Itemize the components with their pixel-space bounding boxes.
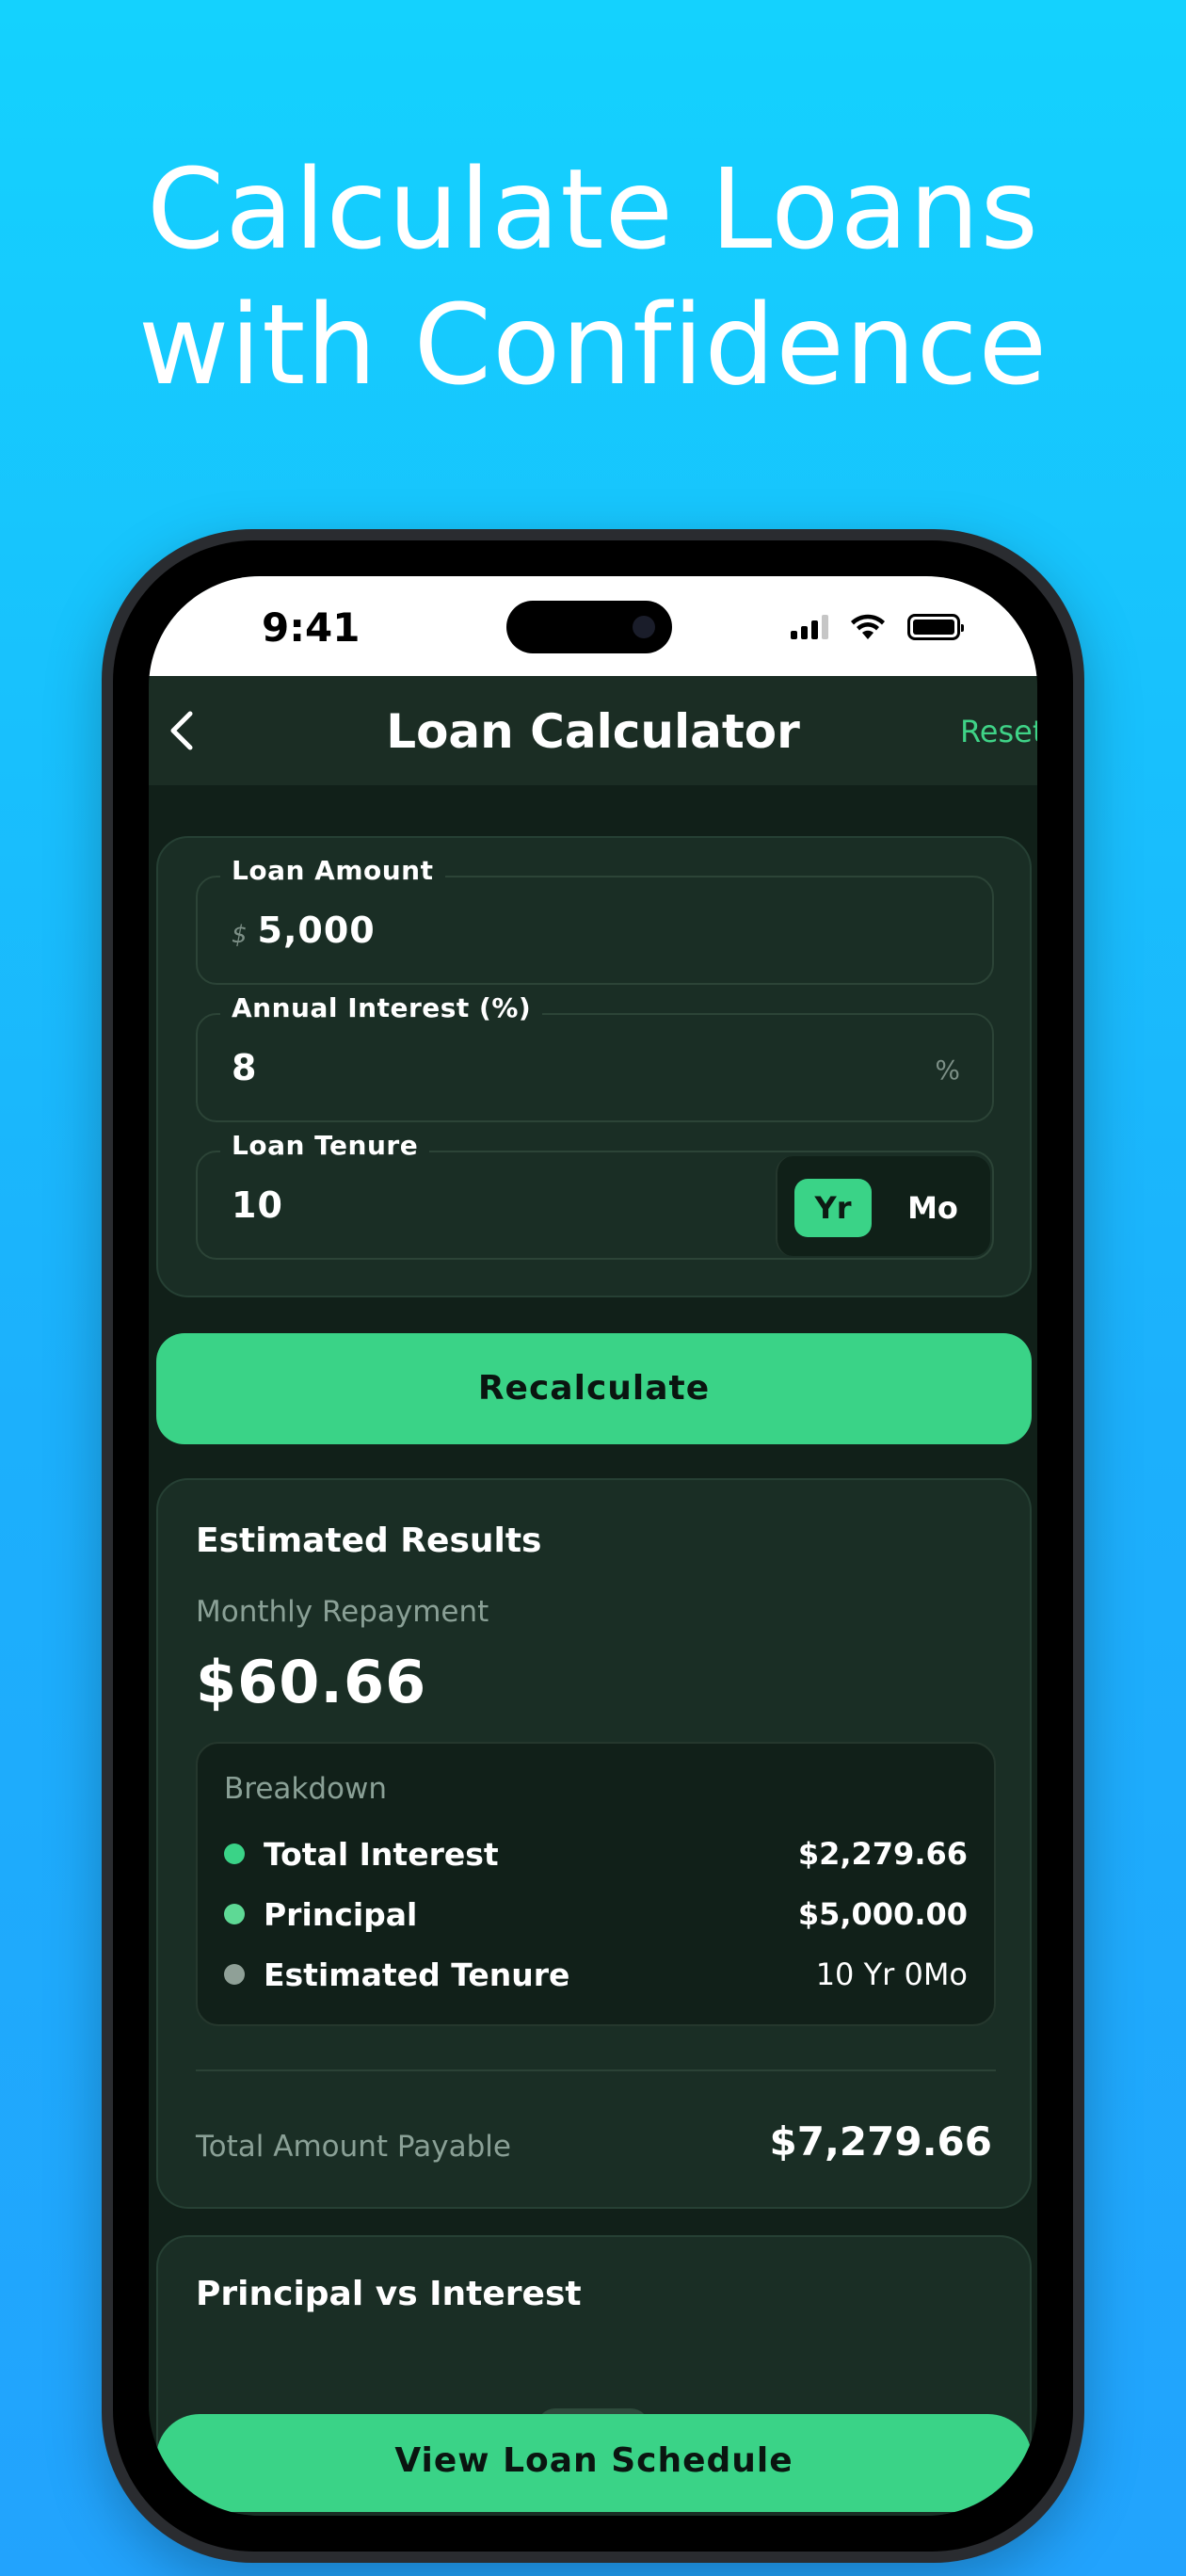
breakdown-row-estimated-tenure: Estimated Tenure 10 Yr 0Mo: [224, 1955, 968, 1996]
total-payable-label: Total Amount Payable: [196, 2130, 511, 2164]
loan-inputs-card: Loan Amount $5,000 Annual Interest (%) 8…: [156, 836, 1032, 1297]
cellular-signal-icon: [791, 615, 828, 639]
headline-line-2: with Confidence: [137, 280, 1049, 410]
currency-prefix: $: [232, 921, 248, 949]
breakdown-value: 10 Yr 0Mo: [815, 1956, 968, 1992]
tenure-dot-icon: [224, 1964, 245, 1985]
tenure-unit-years[interactable]: Yr: [794, 1179, 872, 1237]
total-payable-value: $7,279.66: [769, 2118, 992, 2165]
chart-section-title: Principal vs Interest: [196, 2275, 582, 2313]
principal-dot-icon: [224, 1904, 245, 1924]
headline-line-1: Calculate Loans: [146, 144, 1040, 274]
breakdown-title: Breakdown: [224, 1772, 387, 1806]
dynamic-island: [506, 601, 672, 653]
phone-screen: 9:41 Loan Calculator Reset Loan Amount $…: [149, 576, 1037, 2516]
breakdown-value: $2,279.66: [797, 1836, 968, 1872]
breakdown-label: Total Interest: [264, 1836, 499, 1873]
breakdown-row-principal: Principal $5,000.00: [224, 1894, 968, 1936]
marketing-headline: Calculate Loans with Confidence: [0, 141, 1186, 412]
breakdown-label: Estimated Tenure: [264, 1956, 570, 1993]
app-bar: Loan Calculator Reset: [149, 676, 1037, 785]
loan-amount-input[interactable]: 5,000: [258, 910, 376, 951]
camera-icon: [633, 616, 655, 638]
status-time: 9:41: [262, 604, 361, 651]
loan-amount-value[interactable]: $5,000: [232, 910, 376, 951]
divider: [196, 2069, 996, 2071]
breakdown-value: $5,000.00: [797, 1896, 968, 1932]
view-loan-schedule-button[interactable]: View Loan Schedule: [156, 2414, 1032, 2512]
estimated-results-card: Estimated Results Monthly Repayment $60.…: [156, 1478, 1032, 2209]
status-icons: [791, 612, 964, 642]
wifi-icon: [851, 614, 885, 639]
recalculate-button[interactable]: Recalculate: [156, 1333, 1032, 1444]
loan-tenure-field[interactable]: Loan Tenure 10 Yr Mo: [196, 1130, 994, 1260]
monthly-repayment-label: Monthly Repayment: [196, 1595, 489, 1629]
battery-icon: [907, 614, 964, 640]
annual-interest-field[interactable]: Annual Interest (%) 8 %: [196, 992, 994, 1122]
results-title: Estimated Results: [196, 1521, 542, 1560]
annual-interest-input[interactable]: 8: [232, 1047, 257, 1088]
breakdown-label: Principal: [264, 1896, 418, 1933]
loan-tenure-label: Loan Tenure: [220, 1130, 430, 1161]
loan-tenure-input[interactable]: 10: [232, 1184, 283, 1226]
reset-button[interactable]: Reset: [960, 714, 1037, 749]
status-bar: 9:41: [149, 576, 1037, 676]
annual-interest-label: Annual Interest (%): [220, 992, 543, 1023]
breakdown-panel: Breakdown Total Interest $2,279.66 Princ…: [196, 1742, 996, 2026]
percent-suffix: %: [935, 1055, 960, 1086]
page-title: Loan Calculator: [386, 704, 800, 759]
breakdown-row-total-interest: Total Interest $2,279.66: [224, 1834, 968, 1876]
tenure-unit-toggle: Yr Mo: [776, 1156, 990, 1256]
loan-amount-field[interactable]: Loan Amount $5,000: [196, 855, 994, 985]
interest-dot-icon: [224, 1843, 245, 1864]
loan-amount-label: Loan Amount: [220, 855, 445, 886]
tenure-unit-months[interactable]: Mo: [894, 1179, 971, 1237]
monthly-repayment-value: $60.66: [196, 1648, 427, 1716]
